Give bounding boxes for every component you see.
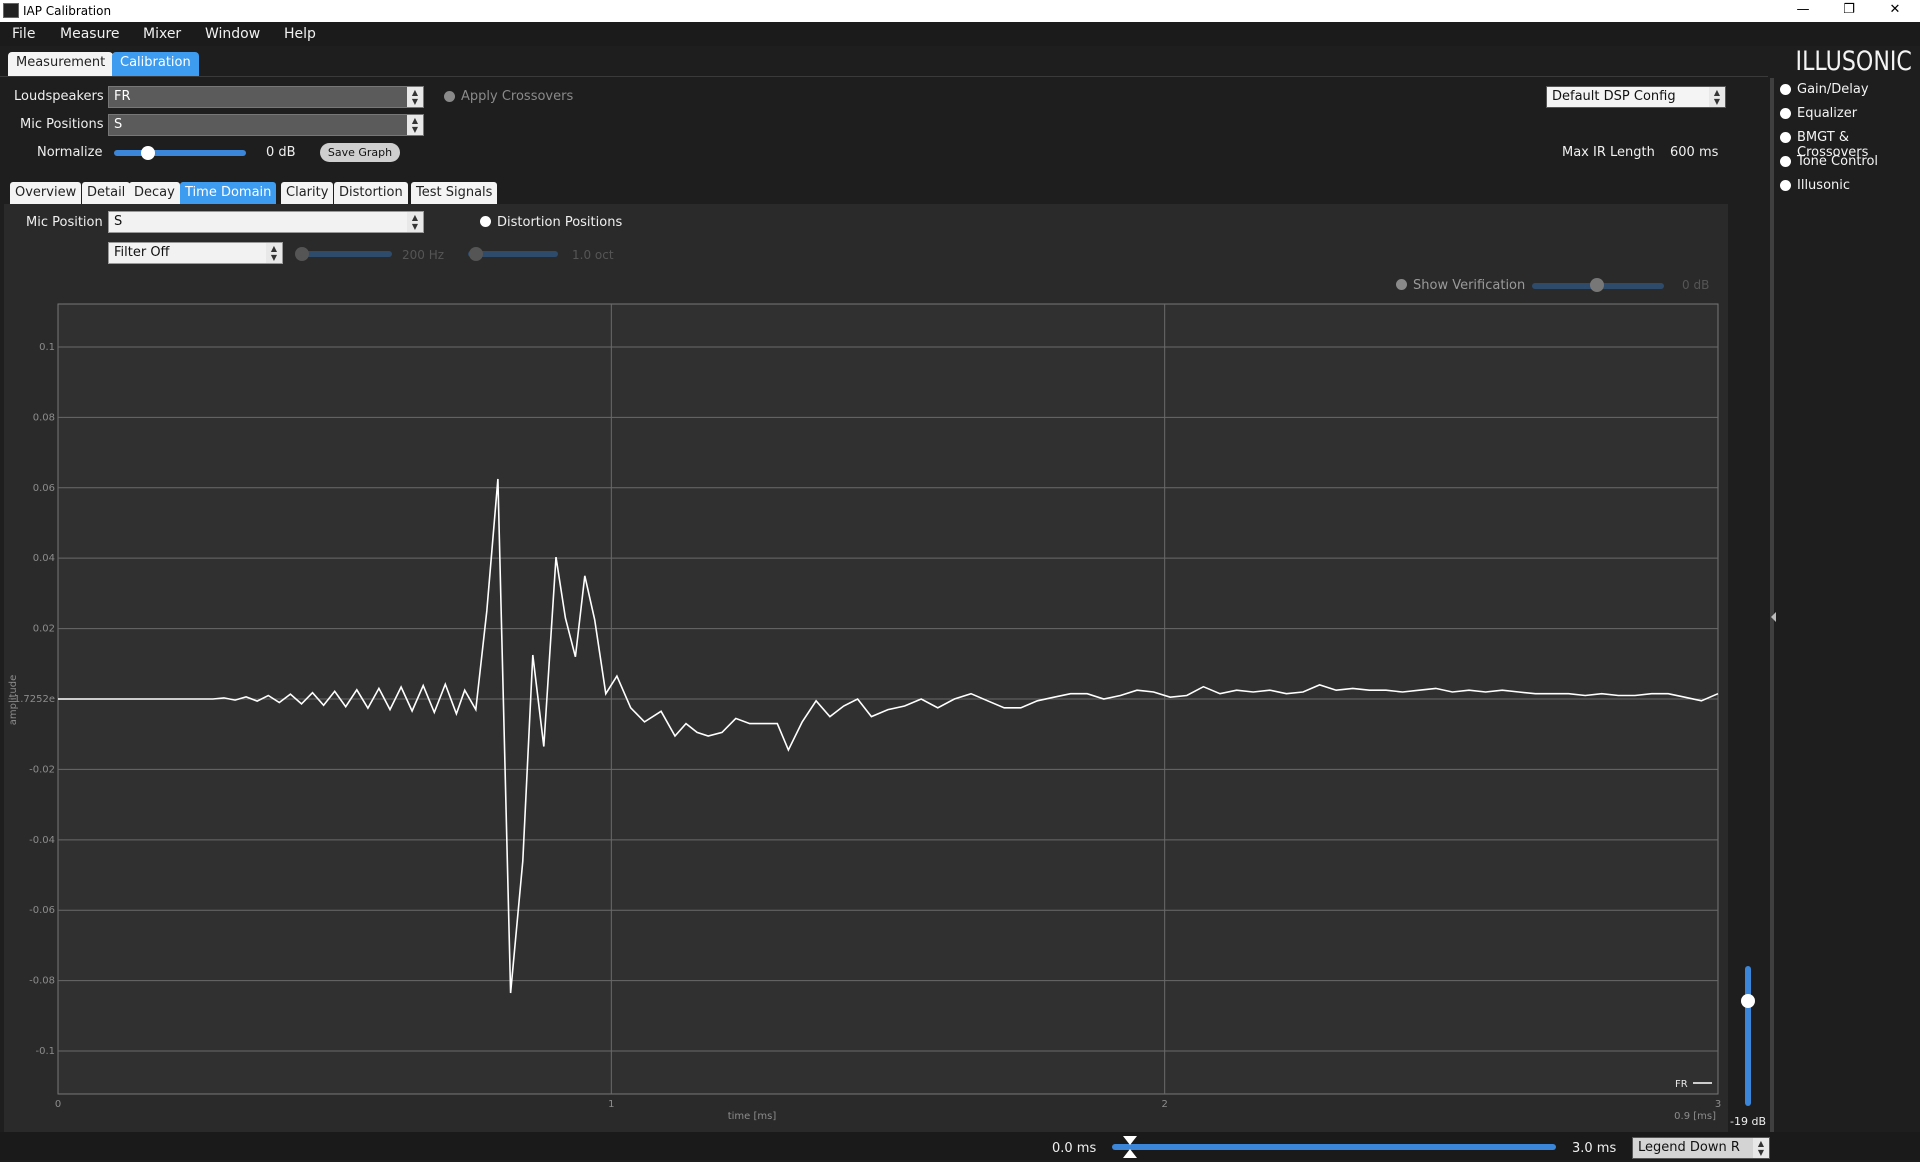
y-tick-label: 0.08 [33, 412, 55, 423]
x-tick-label: 3 [1715, 1099, 1721, 1110]
range-end-value: 3.0 ms [1572, 1141, 1617, 1156]
time-cursor-label: 0.9 [ms] [1674, 1111, 1716, 1122]
tone-control-radio[interactable] [1780, 156, 1791, 167]
gain-delay-radio[interactable] [1780, 84, 1791, 95]
y-tick-label: 0.04 [33, 553, 55, 564]
illusonic-radio[interactable] [1780, 180, 1791, 191]
vertical-gain-value: -19 dB [1730, 1115, 1766, 1128]
y-tick-label: 0.1 [39, 342, 55, 353]
legend-position-select[interactable]: Legend Down R ▲ ▼ [1632, 1137, 1770, 1159]
side-panel: Gain/Delay Equalizer BMGT & Crossovers T… [1778, 80, 1920, 200]
panel-splitter[interactable] [1770, 78, 1774, 1132]
x-tick-label: 2 [1161, 1099, 1167, 1110]
spinner-icon[interactable]: ▲ ▼ [1753, 1138, 1769, 1158]
x-tick-label: 1 [608, 1099, 614, 1110]
side-item-equalizer[interactable]: Equalizer [1797, 106, 1857, 121]
legend-position-value: Legend Down R [1638, 1140, 1740, 1155]
equalizer-radio[interactable] [1780, 108, 1791, 119]
y-tick-label: -0.1 [35, 1046, 55, 1057]
y-tick-label: -0.04 [29, 835, 55, 846]
y-tick-label: -0.02 [29, 764, 55, 775]
time-range-slider[interactable] [1112, 1144, 1556, 1150]
range-handle-icon[interactable] [1123, 1136, 1137, 1158]
time-domain-chart: 0.10.080.060.040.02-1.7252e-0.02-0.04-0.… [8, 303, 1721, 1122]
x-tick-label: 0 [55, 1099, 61, 1110]
vertical-gain-slider[interactable] [1745, 966, 1751, 1106]
y-tick-label: 0.02 [33, 624, 55, 635]
y-axis-label: amplitude [8, 675, 19, 726]
range-start-value: 0.0 ms [1052, 1141, 1097, 1156]
side-item-gain-delay[interactable]: Gain/Delay [1797, 82, 1869, 97]
side-item-tone-control[interactable]: Tone Control [1797, 154, 1878, 169]
legend-label-fr: FR [1675, 1079, 1688, 1090]
y-tick-label: -0.08 [29, 976, 55, 987]
x-axis-ticks: 0 1 2 3 [55, 1099, 1721, 1110]
x-axis-label: time [ms] [728, 1111, 777, 1122]
side-item-illusonic[interactable]: Illusonic [1797, 178, 1850, 193]
bmgt-crossovers-radio[interactable] [1780, 132, 1791, 143]
y-tick-label: -0.06 [29, 905, 55, 916]
vertical-gain-slider-thumb[interactable] [1741, 994, 1755, 1008]
collapse-arrow-icon[interactable] [1771, 612, 1776, 622]
y-tick-label: 0.06 [33, 483, 55, 494]
